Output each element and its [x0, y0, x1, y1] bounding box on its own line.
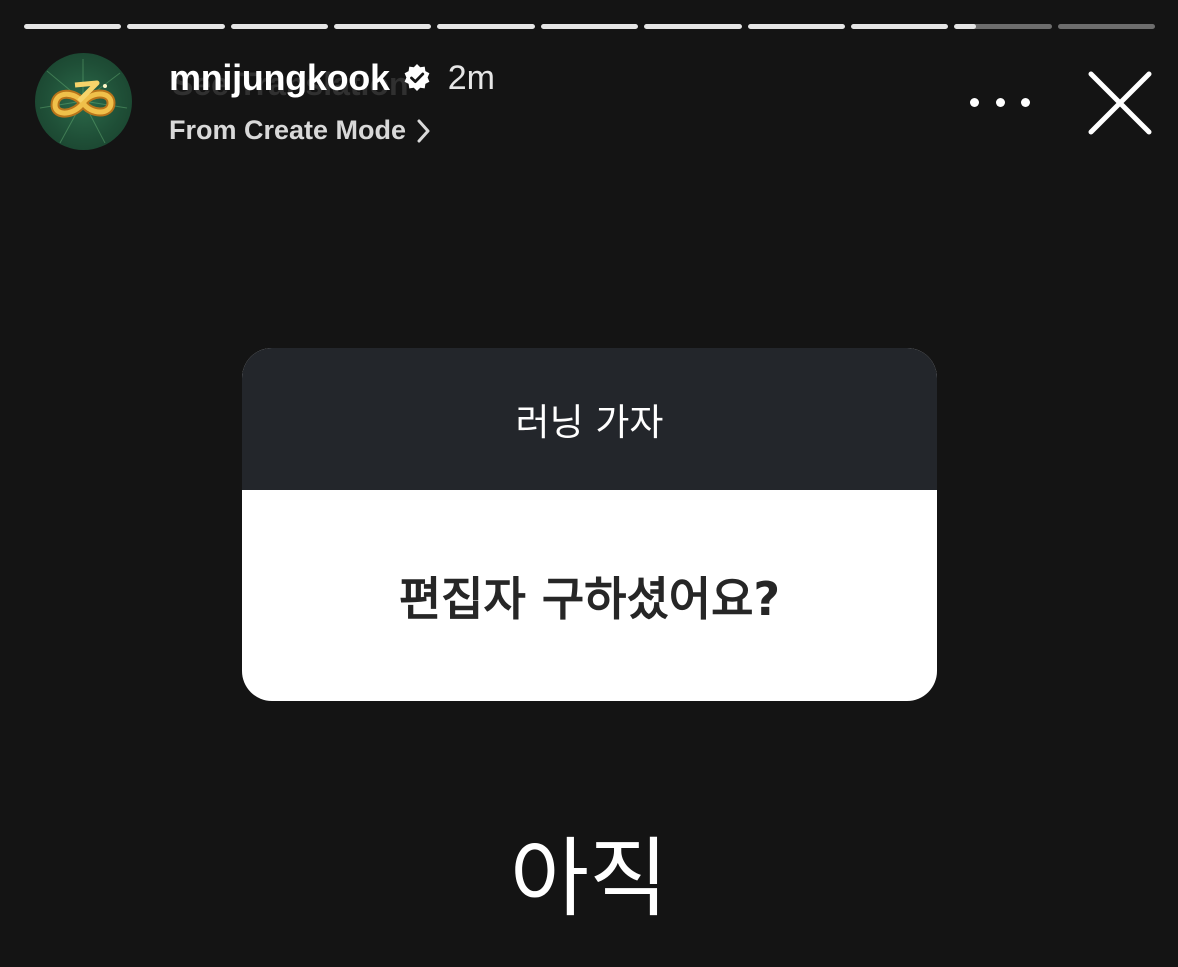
progress-segment [437, 24, 535, 29]
close-icon [1088, 71, 1152, 135]
progress-segment-fill [437, 24, 535, 29]
progress-segment [850, 24, 949, 29]
username-row: mnijungkook 2m [169, 56, 495, 100]
progress-segment-fill [24, 24, 122, 29]
more-options-button[interactable] [970, 88, 1030, 116]
progress-segment [747, 24, 845, 29]
more-horizontal-icon-dot [995, 97, 1005, 107]
progress-segment-fill [850, 24, 949, 29]
question-text: 편집자 구하셨어요? [398, 571, 781, 626]
verified-badge-icon [402, 63, 432, 93]
question-sticker: 러닝 가자 편집자 구하셨어요? [242, 348, 937, 701]
progress-segment-fill [540, 24, 639, 29]
progress-segment-fill [230, 24, 329, 29]
question-sticker-header: 러닝 가자 [242, 348, 937, 490]
progress-segment-fill [644, 24, 742, 29]
progress-segment [644, 24, 742, 29]
progress-segment [1057, 24, 1155, 29]
close-button[interactable] [1085, 68, 1155, 138]
more-horizontal-icon-dot [1021, 97, 1030, 107]
progress-segment [24, 24, 122, 29]
progress-segment-fill [747, 24, 845, 29]
question-prompt: 러닝 가자 [515, 401, 664, 444]
story-progress-bar [24, 24, 1155, 29]
progress-segment [540, 24, 639, 29]
progress-segment-fill [334, 24, 432, 29]
progress-segment [954, 24, 1052, 29]
create-mode-label: From Create Mode [169, 115, 407, 145]
chevron-right-icon [416, 118, 432, 144]
progress-segment-fill [127, 24, 225, 29]
progress-segment-fill [954, 24, 976, 29]
username[interactable]: mnijungkook [169, 57, 390, 99]
question-sticker-body: 편집자 구하셨어요? [242, 490, 937, 701]
golden-infinity-logo-icon [39, 59, 128, 144]
create-mode-link[interactable]: From Create Mode [169, 115, 432, 146]
post-time: 2m [447, 58, 495, 97]
progress-segment [127, 24, 225, 29]
profile-avatar[interactable] [35, 53, 132, 150]
answer-text: 아직 [509, 829, 669, 929]
progress-segment [334, 24, 432, 29]
more-horizontal-icon-dot [970, 97, 979, 107]
progress-segment [230, 24, 329, 29]
